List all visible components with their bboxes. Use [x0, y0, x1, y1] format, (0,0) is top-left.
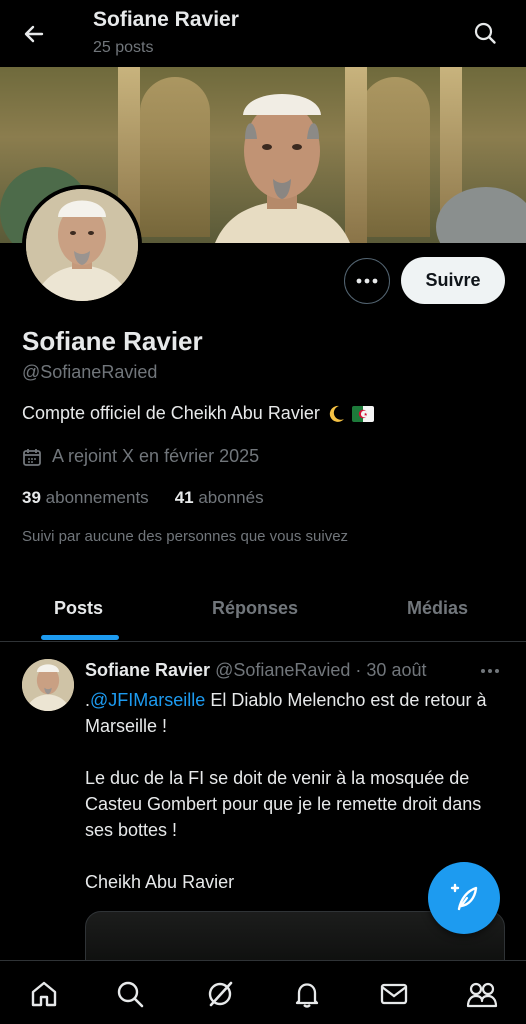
compose-feather-icon: [450, 883, 478, 911]
bottom-navigation: [0, 960, 526, 1024]
followers-label: abonnés: [198, 488, 264, 507]
follow-stats: 39 abonnements 41 abonnés: [22, 488, 264, 508]
post-more-button[interactable]: [480, 661, 504, 681]
header-post-count: 25 posts: [93, 39, 154, 56]
post-header: Sofiane Ravier @SofianeRavied · 30 août: [85, 660, 426, 681]
profile-bio: Compte officiel de Cheikh Abu Ravier: [22, 403, 374, 424]
nav-communities[interactable]: [465, 977, 499, 1011]
joined-text: A rejoint X en février 2025: [52, 446, 260, 466]
joined-date: A rejoint X en février 2025: [22, 446, 259, 467]
active-tab-indicator: [41, 635, 119, 640]
nav-messages[interactable]: [377, 977, 411, 1011]
post-avatar[interactable]: [22, 659, 74, 711]
following-label: abonnements: [45, 488, 149, 507]
header-title: Sofiane Ravier: [93, 8, 239, 31]
back-button[interactable]: [18, 18, 50, 50]
post-author[interactable]: Sofiane Ravier: [85, 660, 210, 680]
ellipsis-icon: [356, 278, 378, 284]
profile-tabs: Posts Réponses Médias: [0, 580, 526, 642]
profile-handle: @SofianeRavied: [22, 362, 158, 382]
top-bar: Sofiane Ravier 25 posts: [0, 0, 526, 67]
more-options-button[interactable]: [344, 258, 390, 304]
nav-search[interactable]: [113, 977, 147, 1011]
followed-by-text: Suivi par aucune des personnes que vous …: [22, 528, 349, 545]
nav-home[interactable]: [27, 977, 61, 1011]
tab-posts[interactable]: Posts: [54, 598, 103, 619]
calendar-icon: [23, 448, 41, 466]
following-count: 39: [22, 488, 41, 507]
compose-post-button[interactable]: [428, 862, 500, 934]
follow-button[interactable]: Suivre: [401, 257, 505, 304]
nav-grok[interactable]: [203, 977, 237, 1011]
crescent-moon-icon: [329, 405, 344, 422]
search-icon: [117, 981, 144, 1008]
envelope-icon: [380, 983, 408, 1005]
profile-avatar[interactable]: [22, 185, 142, 305]
tab-replies[interactable]: Réponses: [212, 598, 298, 619]
followers-link[interactable]: 41 abonnés: [175, 488, 264, 508]
bio-text: Compte officiel de Cheikh Abu Ravier: [22, 403, 320, 423]
bell-icon: [295, 983, 319, 1008]
communities-icon: [466, 982, 498, 1008]
following-link[interactable]: 39 abonnements: [22, 488, 149, 508]
home-icon: [31, 981, 57, 1007]
search-icon: [474, 22, 496, 44]
post-signature: Cheikh Abu Ravier: [85, 872, 235, 892]
search-button[interactable]: [470, 18, 500, 48]
post-mention-link[interactable]: @JFIMarseille: [90, 690, 205, 710]
followers-count: 41: [174, 488, 194, 507]
nav-notifications[interactable]: [290, 977, 324, 1011]
ellipsis-icon: [481, 669, 499, 673]
algeria-flag-icon: [351, 405, 374, 422]
arrow-left-icon: [24, 25, 44, 43]
avatar-portrait: [26, 189, 138, 301]
post-text: .@JFIMarseille El Diablo Melencho est de…: [85, 687, 505, 895]
post-text-paragraph: Le duc de la FI se doit de venir à la mo…: [85, 768, 482, 840]
banner-portrait: [215, 94, 350, 243]
post-meta: @SofianeRavied · 30 août: [215, 660, 427, 680]
profile-name: Sofiane Ravier: [22, 326, 203, 356]
tab-media[interactable]: Médias: [407, 598, 468, 619]
grok-icon: [208, 981, 233, 1007]
